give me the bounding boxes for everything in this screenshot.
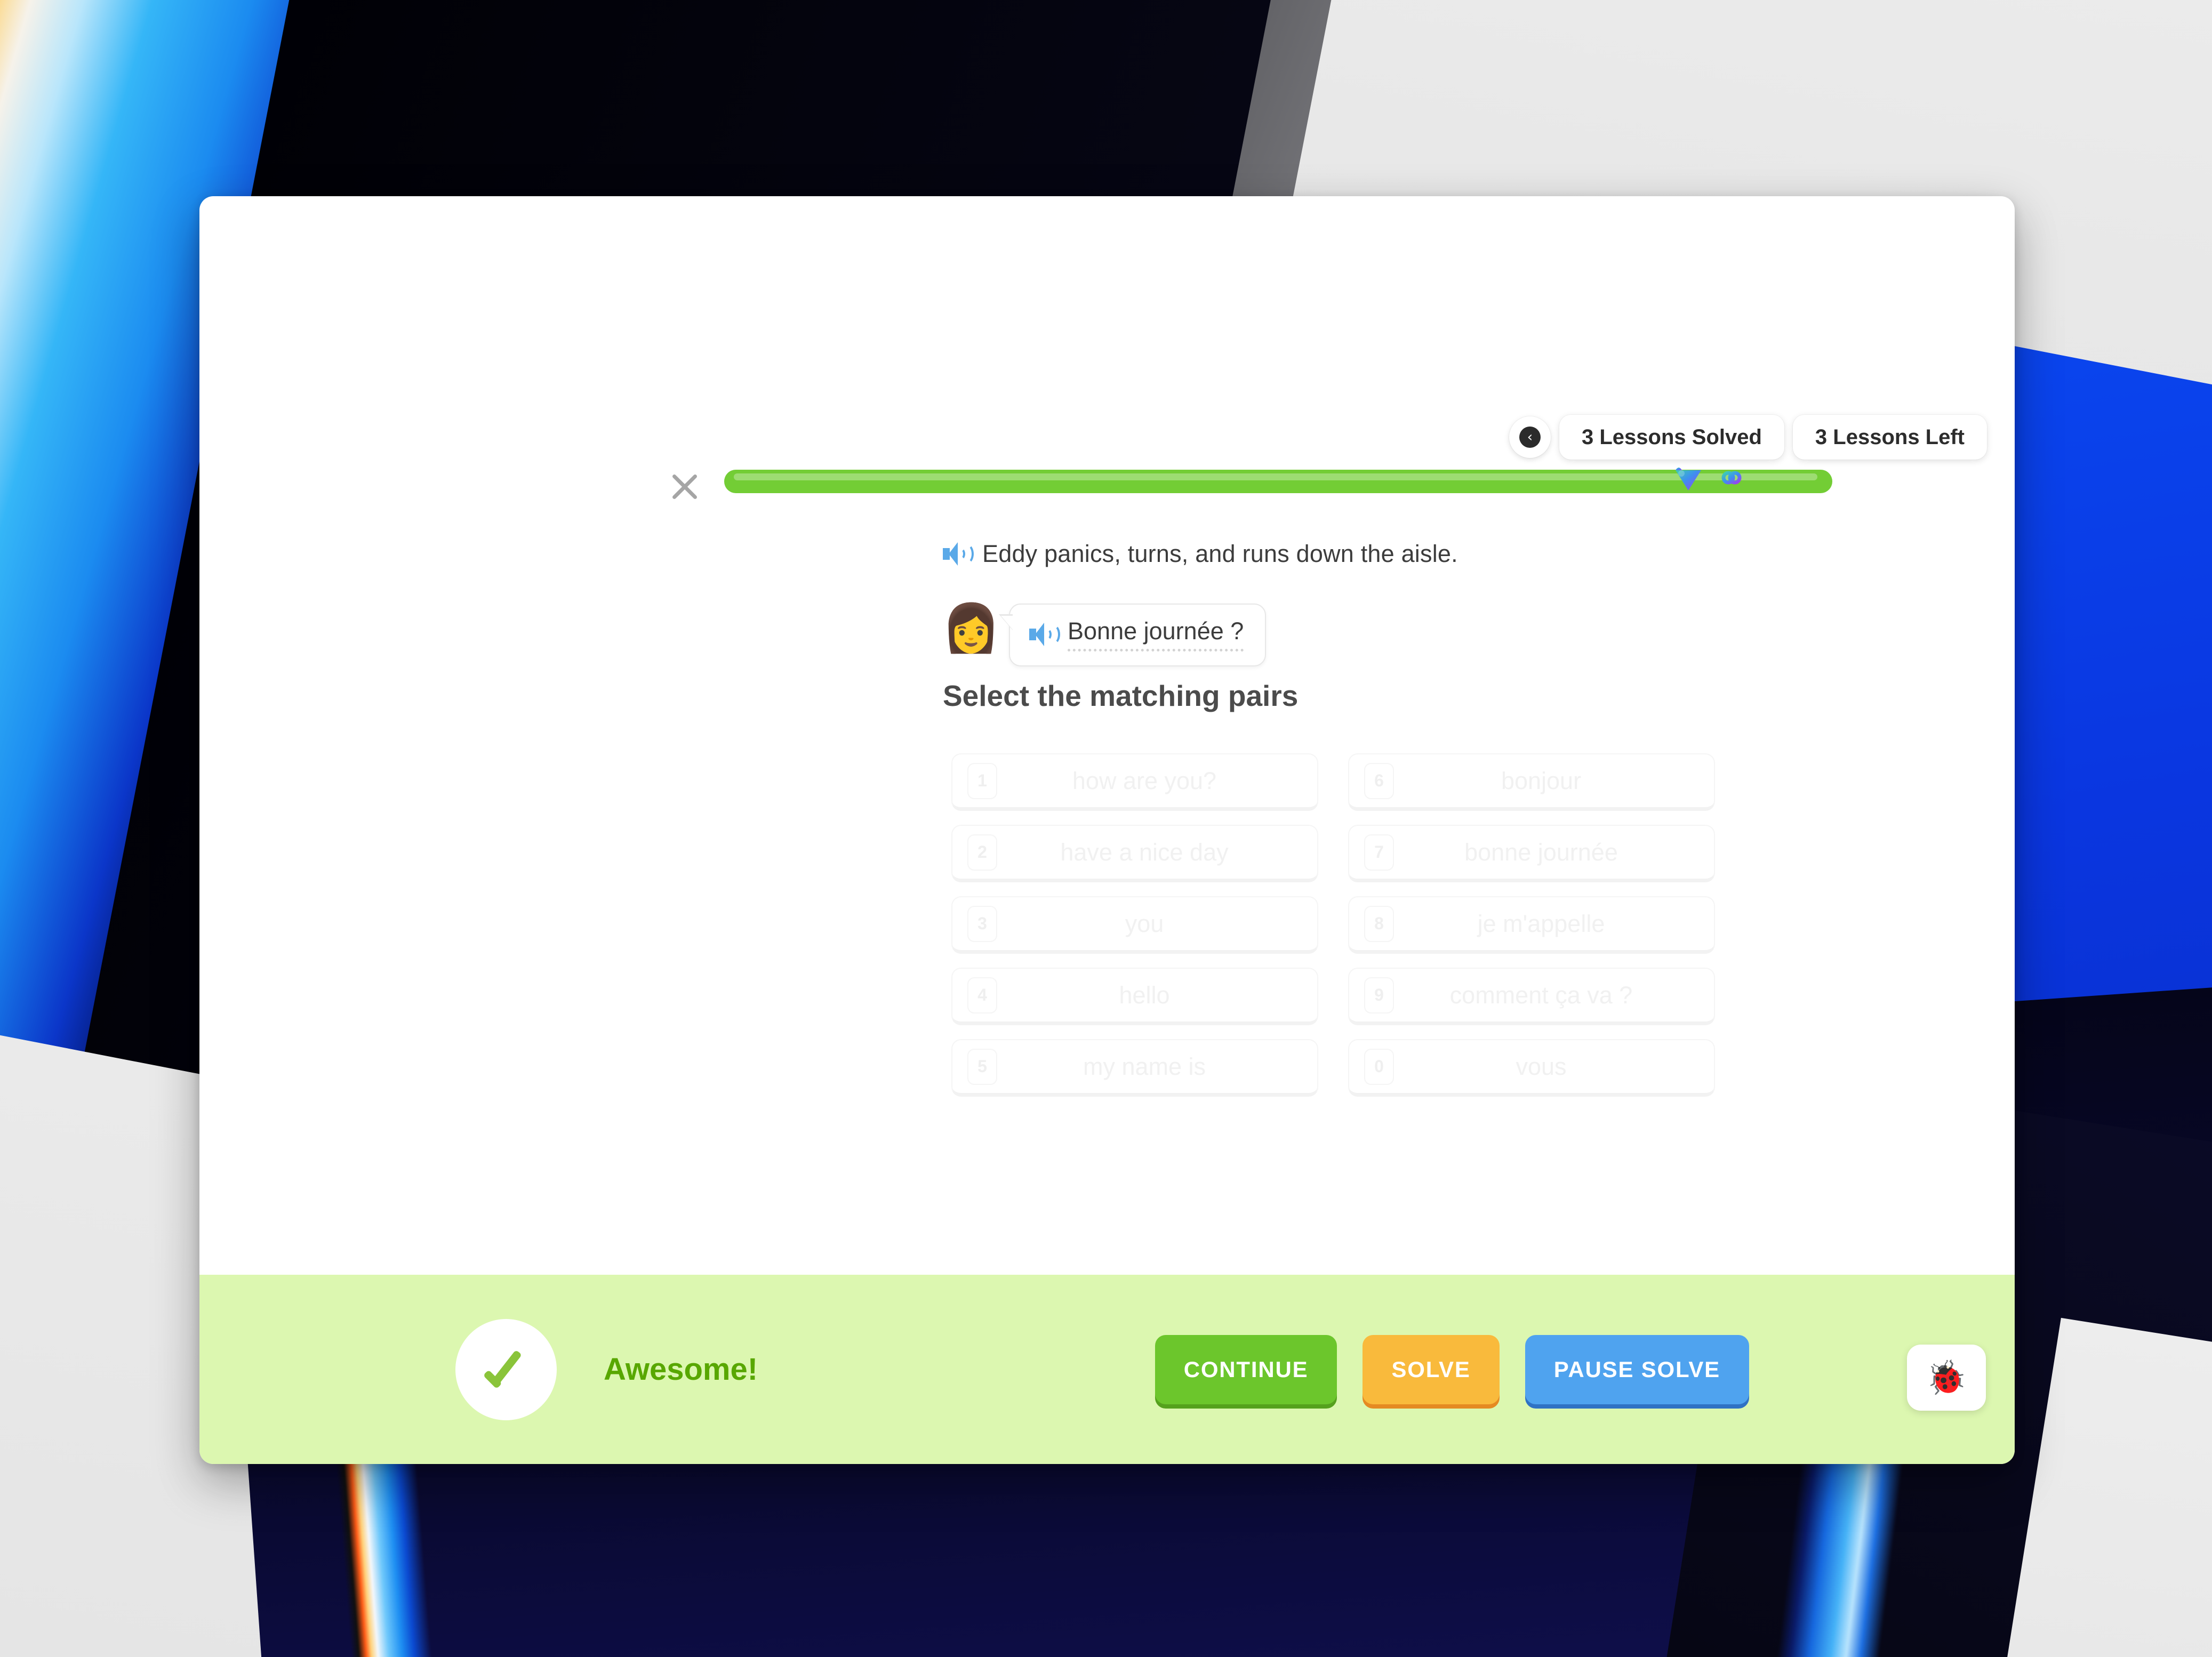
- tile-number: 9: [1364, 977, 1394, 1013]
- narration-row: Eddy panics, turns, and runs down the ai…: [943, 540, 1458, 568]
- speech-bubble-text: Bonne journée ?: [1068, 617, 1244, 651]
- solve-button[interactable]: SOLVE: [1363, 1334, 1500, 1404]
- lesson-body: Eddy panics, turns, and runs down the ai…: [199, 329, 2015, 1275]
- tile-label: je m'appelle: [1477, 910, 1605, 937]
- tile-label: have a nice day: [1060, 838, 1229, 866]
- desktop-wallpaper: ‹ 3 Lessons Solved 3 Lessons Left Eddy p…: [0, 0, 2212, 1657]
- tile-number: 3: [967, 905, 997, 942]
- match-tile[interactable]: 9 comment ça va ?: [1348, 968, 1715, 1025]
- tile-label: bonne journée: [1464, 838, 1618, 866]
- lesson-header: ‹ 3 Lessons Solved 3 Lessons Left: [199, 196, 2015, 493]
- matching-pairs-grid: 1 how are you? 2 have a nice day 3 you 4…: [951, 753, 1715, 1097]
- lesson-card: ‹ 3 Lessons Solved 3 Lessons Left Eddy p…: [199, 196, 2015, 1464]
- tile-number: 8: [1364, 905, 1394, 942]
- pause-solve-button[interactable]: PAUSE SOLVE: [1525, 1334, 1749, 1404]
- dialogue-row: 👩 Bonne journée ?: [942, 600, 1267, 666]
- speaker-icon[interactable]: [1029, 623, 1060, 646]
- tile-label: hello: [1119, 981, 1170, 1009]
- match-tile[interactable]: 4 hello: [951, 968, 1318, 1025]
- avatar: 👩: [942, 600, 1000, 655]
- tile-label: my name is: [1083, 1052, 1206, 1080]
- status-message: Awesome!: [604, 1352, 758, 1387]
- matching-column-right: 6 bonjour 7 bonne journée 8 je m'appelle…: [1348, 753, 1715, 1097]
- tile-number: 0: [1364, 1048, 1394, 1085]
- tile-label: you: [1125, 910, 1164, 937]
- match-tile[interactable]: 0 vous: [1348, 1039, 1715, 1097]
- tile-number: 2: [967, 834, 997, 871]
- tile-number: 7: [1364, 834, 1394, 871]
- result-footer: Awesome! CONTINUE SOLVE PAUSE SOLVE 🐞: [199, 1275, 2015, 1464]
- check-circle-icon: [455, 1318, 557, 1420]
- footer-action-group: CONTINUE SOLVE PAUSE SOLVE: [1155, 1334, 1749, 1404]
- tile-number: 4: [967, 977, 997, 1013]
- tile-label: bonjour: [1501, 767, 1582, 794]
- tile-number: 1: [967, 762, 997, 799]
- tile-label: comment ça va ?: [1449, 981, 1633, 1009]
- match-tile[interactable]: 5 my name is: [951, 1039, 1318, 1097]
- tile-label: vous: [1516, 1052, 1567, 1080]
- matching-column-left: 1 how are you? 2 have a nice day 3 you 4…: [951, 753, 1318, 1097]
- page-title: Select the matching pairs: [943, 679, 1299, 712]
- tile-label: how are you?: [1072, 767, 1217, 794]
- tile-number: 6: [1364, 762, 1394, 799]
- continue-button[interactable]: CONTINUE: [1155, 1334, 1337, 1404]
- checkmark-icon: [480, 1344, 532, 1395]
- match-tile[interactable]: 6 bonjour: [1348, 753, 1715, 811]
- match-tile[interactable]: 3 you: [951, 896, 1318, 954]
- bug-icon[interactable]: 🐞: [1907, 1345, 1986, 1411]
- match-tile[interactable]: 1 how are you?: [951, 753, 1318, 811]
- speaker-icon[interactable]: [943, 542, 974, 566]
- match-tile[interactable]: 2 have a nice day: [951, 825, 1318, 882]
- narration-text: Eddy panics, turns, and runs down the ai…: [982, 540, 1458, 567]
- tile-number: 5: [967, 1048, 997, 1085]
- match-tile[interactable]: 7 bonne journée: [1348, 825, 1715, 882]
- speech-bubble[interactable]: Bonne journée ?: [998, 604, 1267, 666]
- match-tile[interactable]: 8 je m'appelle: [1348, 896, 1715, 954]
